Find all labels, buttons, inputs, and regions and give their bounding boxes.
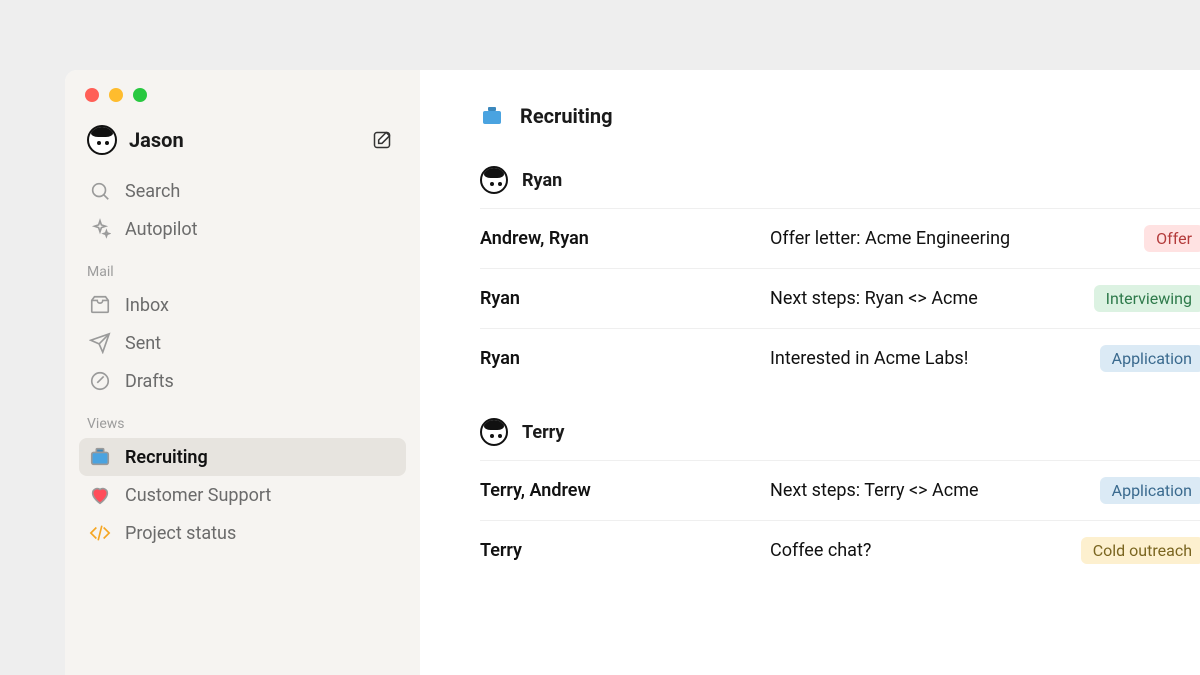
sent-icon (89, 332, 111, 354)
contact-avatar (480, 166, 508, 194)
thread-participants: Terry, Andrew (480, 480, 770, 501)
sparkle-icon (89, 218, 111, 240)
user-avatar (87, 125, 117, 155)
compose-button[interactable] (366, 124, 398, 156)
window-minimize-button[interactable] (109, 88, 123, 102)
heart-icon (89, 484, 111, 506)
sidebar-item-project-status[interactable]: Project status (79, 514, 406, 552)
status-badge: Offer (1144, 225, 1200, 252)
section-views-label: Views (79, 400, 406, 438)
autopilot-label: Autopilot (125, 219, 198, 240)
code-icon (89, 522, 111, 544)
sidebar-item-drafts[interactable]: Drafts (79, 362, 406, 400)
thread-participants: Ryan (480, 348, 770, 369)
search-label: Search (125, 181, 180, 202)
drafts-icon (89, 370, 111, 392)
page-title: Recruiting (520, 104, 613, 128)
sidebar-item-recruiting[interactable]: Recruiting (79, 438, 406, 476)
thread-subject: Offer letter: Acme Engineering (770, 228, 1144, 249)
section-mail-label: Mail (79, 248, 406, 286)
group-header[interactable]: Ryan (480, 156, 1200, 208)
briefcase-icon (89, 446, 111, 468)
sidebar-item-inbox[interactable]: Inbox (79, 286, 406, 324)
recruiting-label: Recruiting (125, 447, 208, 468)
main-panel: Recruiting Ryan Andrew, Ryan Offer lette… (420, 70, 1200, 675)
thread-participants: Terry (480, 540, 770, 561)
group-header[interactable]: Terry (480, 408, 1200, 460)
thread-subject: Interested in Acme Labs! (770, 348, 1100, 369)
drafts-label: Drafts (125, 371, 174, 392)
project-status-label: Project status (125, 523, 236, 544)
compose-icon (372, 130, 392, 150)
group-name: Terry (522, 422, 564, 443)
inbox-icon (89, 294, 111, 316)
status-badge: Cold outreach (1081, 537, 1200, 564)
search-item[interactable]: Search (79, 172, 406, 210)
app-window: Jason Search Autopilot Mail (65, 70, 1200, 675)
briefcase-icon (480, 104, 504, 128)
thread-participants: Andrew, Ryan (480, 228, 770, 249)
customer-support-label: Customer Support (125, 485, 271, 506)
status-badge: Application (1100, 345, 1200, 372)
thread-group: Ryan Andrew, Ryan Offer letter: Acme Eng… (480, 156, 1200, 388)
search-icon (89, 180, 111, 202)
status-badge: Application (1100, 477, 1200, 504)
autopilot-item[interactable]: Autopilot (79, 210, 406, 248)
window-close-button[interactable] (85, 88, 99, 102)
inbox-label: Inbox (125, 295, 169, 316)
thread-row[interactable]: Terry Coffee chat? Cold outreach (480, 520, 1200, 580)
thread-participants: Ryan (480, 288, 770, 309)
thread-subject: Next steps: Ryan <> Acme (770, 288, 1094, 309)
page-title-row: Recruiting (480, 104, 1200, 156)
contact-avatar (480, 418, 508, 446)
sent-label: Sent (125, 333, 161, 354)
sidebar-item-customer-support[interactable]: Customer Support (79, 476, 406, 514)
thread-row[interactable]: Ryan Next steps: Ryan <> Acme Interviewi… (480, 268, 1200, 328)
sidebar-item-sent[interactable]: Sent (79, 324, 406, 362)
thread-row[interactable]: Terry, Andrew Next steps: Terry <> Acme … (480, 460, 1200, 520)
thread-subject: Coffee chat? (770, 540, 1081, 561)
thread-subject: Next steps: Terry <> Acme (770, 480, 1100, 501)
sidebar: Jason Search Autopilot Mail (65, 70, 420, 675)
user-name: Jason (129, 128, 354, 152)
thread-group: Terry Terry, Andrew Next steps: Terry <>… (480, 408, 1200, 580)
group-name: Ryan (522, 170, 562, 191)
window-controls (79, 84, 406, 120)
status-badge: Interviewing (1094, 285, 1200, 312)
window-fullscreen-button[interactable] (133, 88, 147, 102)
thread-row[interactable]: Andrew, Ryan Offer letter: Acme Engineer… (480, 208, 1200, 268)
thread-row[interactable]: Ryan Interested in Acme Labs! Applicatio… (480, 328, 1200, 388)
account-row[interactable]: Jason (79, 120, 406, 172)
